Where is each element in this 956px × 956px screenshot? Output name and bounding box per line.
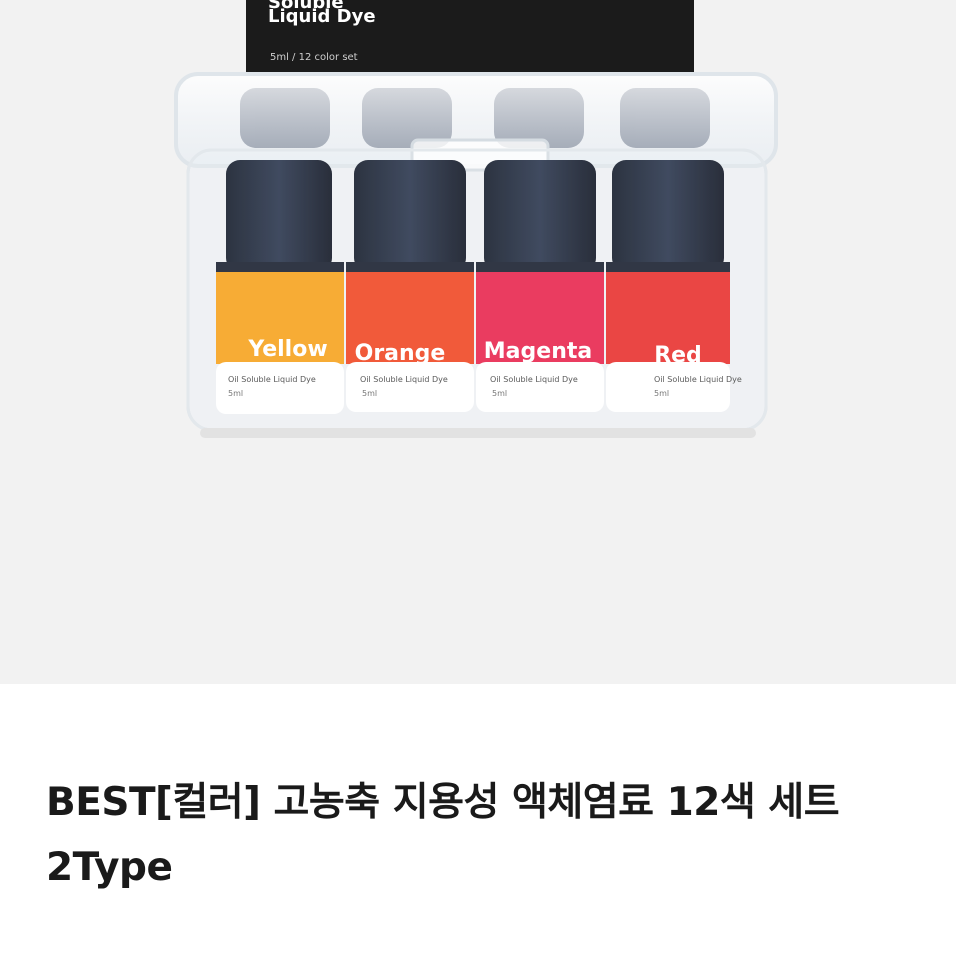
box-label-line2: Liquid Dye [268,6,376,27]
product-title[interactable]: BEST[컬러] 고농축 지용성 액체염료 12색 세트 2Type [46,770,916,900]
product-image[interactable]: Soluble Liquid Dye 5ml / 12 color set Ye… [0,0,956,684]
box-front-wall [186,148,768,432]
box-label-sub: 5ml / 12 color set [270,52,358,63]
box-shadow [200,428,756,438]
dye-set-photo: Soluble Liquid Dye 5ml / 12 color set Ye… [174,0,778,438]
